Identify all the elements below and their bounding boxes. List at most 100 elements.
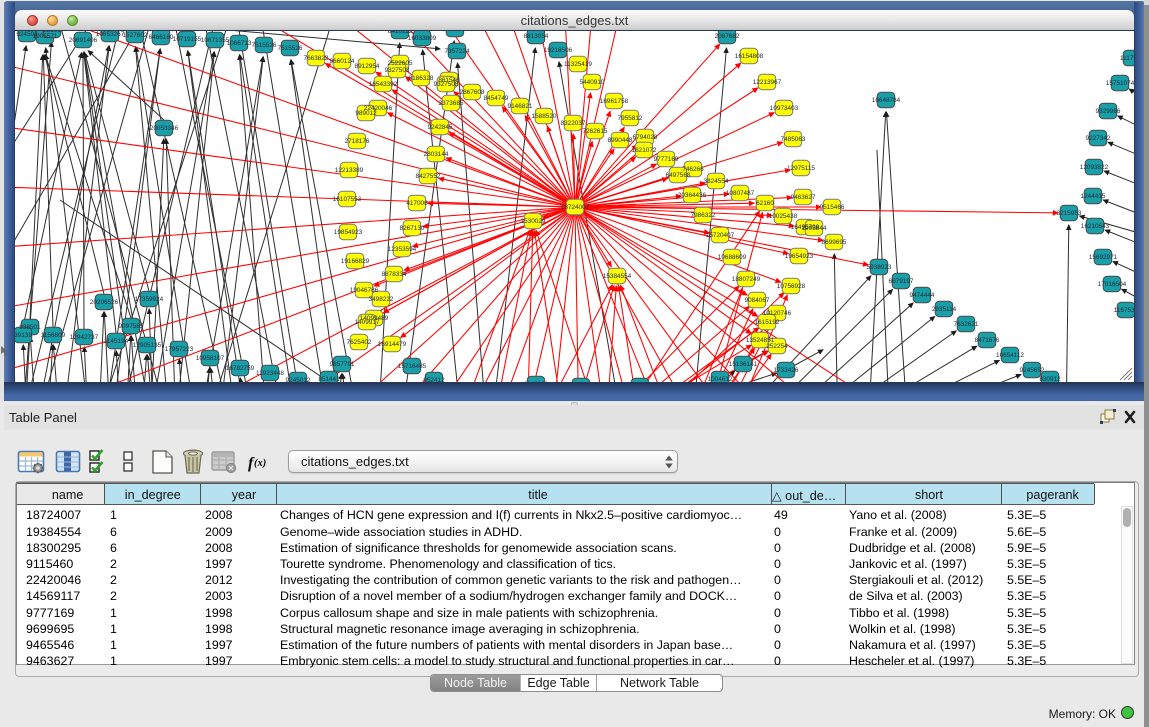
svg-text:9227342: 9227342 [1086, 135, 1111, 142]
svg-text:15384554: 15384554 [603, 273, 632, 280]
svg-text:3824554: 3824554 [704, 178, 729, 185]
svg-text:952412: 952412 [423, 377, 445, 382]
svg-text:18807249: 18807249 [732, 276, 761, 283]
svg-text:17957223: 17957223 [165, 346, 194, 353]
svg-text:19166829: 19166829 [341, 258, 370, 265]
svg-text:12353594: 12353594 [388, 246, 417, 253]
svg-text:8427552: 8427552 [416, 173, 441, 180]
svg-text:11325419: 11325419 [564, 61, 592, 68]
svg-text:7485063: 7485063 [781, 136, 806, 143]
svg-text:1621072: 1621072 [632, 147, 657, 154]
svg-text:2530029: 2530029 [521, 218, 546, 225]
svg-text:1145194: 1145194 [104, 338, 129, 345]
svg-text:1905571: 1905571 [33, 33, 58, 40]
svg-text:16961758: 16961758 [600, 98, 629, 105]
svg-text:3373685: 3373685 [439, 100, 464, 107]
svg-text:8813054: 8813054 [524, 33, 549, 40]
svg-text:16543392: 16543392 [369, 81, 398, 88]
svg-text:8878334: 8878334 [382, 271, 407, 278]
svg-text:39139: 39139 [15, 332, 32, 339]
svg-text:1066713: 1066713 [227, 40, 252, 47]
svg-text:851441: 851441 [318, 376, 340, 382]
svg-text:938501: 938501 [19, 324, 41, 331]
svg-text:62160: 62160 [756, 200, 774, 207]
svg-text:1046121: 1046121 [524, 381, 549, 382]
svg-text:1527602: 1527602 [123, 32, 148, 39]
svg-text:15692971: 15692971 [1089, 254, 1118, 261]
svg-text:9474444: 9474444 [910, 292, 935, 299]
svg-text:15720407: 15720407 [706, 232, 735, 239]
svg-text:2522605: 2522605 [388, 60, 413, 67]
svg-text:1004612: 1004612 [708, 376, 733, 382]
svg-text:9660124: 9660124 [330, 58, 355, 65]
svg-text:9097585: 9097585 [119, 323, 144, 330]
svg-text:10807487: 10807487 [726, 190, 755, 197]
svg-text:(x): (x) [254, 458, 266, 469]
svg-text:9327508: 9327508 [434, 81, 459, 88]
svg-text:9515466: 9515466 [820, 204, 845, 211]
svg-text:989012: 989012 [355, 110, 377, 117]
svg-text:252254: 252254 [766, 343, 788, 350]
svg-text:417006: 417006 [406, 200, 428, 207]
svg-text:1244415: 1244415 [1081, 193, 1106, 200]
svg-text:20053346: 20053346 [150, 125, 179, 132]
svg-text:7357224: 7357224 [445, 48, 470, 55]
svg-text:16033809: 16033809 [408, 35, 437, 42]
svg-text:7955812: 7955812 [618, 115, 643, 122]
svg-text:1995844: 1995844 [802, 225, 827, 232]
svg-text:19046786: 19046786 [350, 287, 379, 294]
svg-text:10688609: 10688609 [718, 254, 747, 261]
svg-text:9084067: 9084067 [745, 297, 770, 304]
svg-text:12975115: 12975115 [787, 165, 815, 172]
svg-text:8990448: 8990448 [608, 137, 633, 144]
svg-text:19218506: 19218506 [544, 47, 573, 54]
svg-text:7515526: 7515526 [252, 42, 277, 49]
svg-text:16782759: 16782759 [226, 365, 255, 372]
svg-text:10958107: 10958107 [196, 355, 225, 362]
svg-text:3498222: 3498222 [369, 296, 394, 303]
svg-text:12942737: 12942737 [70, 334, 99, 341]
svg-text:8912954: 8912954 [355, 63, 380, 70]
svg-text:1588520: 1588520 [532, 113, 557, 120]
svg-text:9245652: 9245652 [1020, 367, 1045, 374]
svg-text:16210643: 16210643 [1081, 223, 1110, 230]
svg-text:12213967: 12213967 [753, 79, 782, 86]
svg-text:6466160: 6466160 [149, 34, 174, 41]
svg-text:2803144: 2803144 [424, 151, 449, 158]
svg-text:2867608: 2867608 [460, 89, 485, 96]
svg-text:10719155: 10719155 [173, 36, 202, 43]
svg-text:17016504: 17016504 [1098, 281, 1127, 288]
svg-text:10756928: 10756928 [777, 283, 806, 290]
svg-text:11923448: 11923448 [256, 370, 284, 377]
svg-text:10973403: 10973403 [770, 105, 799, 112]
svg-text:7262615: 7262615 [583, 128, 608, 135]
svg-text:8186328: 8186328 [409, 75, 434, 82]
svg-text:20364436: 20364436 [678, 192, 707, 199]
svg-text:20691406: 20691406 [69, 37, 98, 44]
svg-text:9329966: 9329966 [1096, 108, 1121, 115]
svg-text:16107553: 16107553 [333, 196, 362, 203]
svg-text:1409917: 1409917 [355, 319, 380, 326]
svg-text:7986322: 7986322 [691, 212, 716, 219]
svg-text:5938923: 5938923 [867, 264, 892, 271]
svg-text:16154808: 16154808 [735, 53, 764, 60]
svg-text:9857791: 9857791 [330, 361, 355, 368]
svg-text:12093822: 12093822 [1080, 164, 1109, 171]
svg-text:15716485: 15716485 [398, 363, 427, 370]
svg-text:9327503: 9327503 [385, 67, 410, 74]
svg-text:6497568: 6497568 [666, 172, 691, 179]
svg-text:5440910: 5440910 [580, 79, 605, 86]
svg-text:10671355: 10671355 [201, 37, 230, 44]
svg-text:7632621: 7632621 [954, 321, 979, 328]
svg-text:10025438: 10025438 [769, 213, 798, 220]
svg-text:15751074: 15751074 [1106, 80, 1134, 87]
svg-text:2087682: 2087682 [715, 33, 740, 40]
svg-text:1117539: 1117539 [1120, 55, 1134, 62]
svg-text:2718176: 2718176 [345, 138, 370, 145]
svg-text:16914479: 16914479 [378, 341, 407, 348]
svg-text:9146821: 9146821 [508, 103, 533, 110]
svg-text:8267130: 8267130 [400, 225, 425, 232]
svg-text:8322037: 8322037 [561, 120, 586, 127]
svg-text:1156809: 1156809 [41, 332, 66, 339]
svg-text:1167534: 1167534 [1114, 307, 1134, 314]
